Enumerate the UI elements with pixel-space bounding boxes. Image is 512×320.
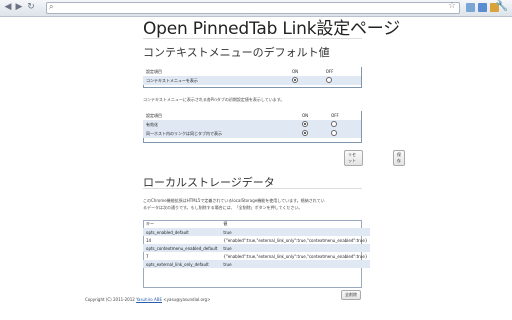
storage-value: {"enabled":true,"external_link_only":tru… [223, 253, 368, 259]
off-radio[interactable] [331, 121, 338, 127]
storage-key: 7 [146, 253, 149, 259]
author-email: <yasu@yasundial.org> [163, 297, 211, 302]
storage-key: 14 [146, 237, 152, 243]
on-radio[interactable] [302, 121, 308, 127]
off-radio[interactable] [325, 77, 332, 83]
copyright-text: Copyright (C) 2011-2012 [85, 297, 135, 302]
table2-header-on: ON [302, 113, 309, 118]
extension-icon-2[interactable] [478, 3, 487, 12]
extension-icon-1[interactable] [466, 3, 475, 12]
table-row: 同一ホスト内のリンクは同じタブ内で表示 [143, 129, 361, 138]
storage-value: true [223, 229, 232, 235]
forward-icon[interactable]: ▶ [14, 2, 24, 13]
storage-key: opts_contextmenu_enabled_default [146, 245, 218, 251]
table2-header-off: OFF [331, 113, 339, 118]
off-radio[interactable] [331, 130, 338, 136]
footer: Copyright (C) 2011-2012 Yasuhiro ABE <ya… [85, 297, 210, 302]
reload-icon[interactable]: ↻ [26, 2, 36, 13]
row-label: 同一ホスト内のリンクは同じタブ内で表示 [146, 130, 222, 136]
table1-header-off: OFF [325, 69, 334, 74]
page-title: Open PinnedTab Link設定ページ [143, 19, 401, 39]
table1-header-on: ON [292, 69, 299, 74]
title-divider [143, 38, 362, 39]
row-label: 有効化 [146, 121, 158, 127]
table2-header-item: 設定項目 [146, 112, 162, 118]
reset-button[interactable]: リセット [344, 150, 363, 166]
local-storage-table: キー 値 opts_enabled_default true 14 {"enab… [143, 220, 371, 268]
table-row: 7 {"enabled":true,"external_link_only":t… [143, 252, 370, 260]
table-row: コンテキストメニューを表示 [143, 76, 361, 85]
table-row: opts_enabled_default true [143, 228, 371, 236]
storage-value: true [223, 245, 232, 251]
wrench-menu-icon[interactable]: 🔧 [496, 1, 508, 12]
section2-description-line2: るデータは次の通りです。もし削除する場合には、「全削除」ボタンを押してください。 [143, 205, 303, 210]
default-contextmenu-table: 設定項目 ON OFF コンテキストメニューを表示 [143, 67, 361, 85]
search-icon: ⌕ [49, 2, 54, 11]
table-row: 14 {"enabled":true,"external_link_only":… [143, 236, 370, 244]
back-icon[interactable]: ◀ [3, 2, 13, 13]
row-label: コンテキストメニューを表示 [146, 77, 198, 83]
storage-key: opts_enabled_default [146, 229, 189, 235]
storage-value: true [223, 261, 232, 267]
storage-value: {"enabled":true,"external_link_only":tru… [223, 237, 368, 243]
bookmark-star-icon[interactable]: ☆ [448, 1, 456, 11]
section1-description: コンテキストメニューに表示される各Pinタブの初期設定値を表示しています。 [143, 97, 285, 102]
address-bar[interactable]: ⌕ ☆ [46, 1, 460, 14]
table-row: opts_contextmenu_enabled_default true [143, 244, 371, 252]
storage-header-key: キー [146, 221, 154, 226]
storage-key: opts_external_link_only_default [146, 261, 209, 267]
storage-header-value: 値 [223, 221, 228, 226]
section2-description-line1: このChrome機能拡張はHTML5で定義されているlocalStorage機能… [143, 198, 325, 203]
table-row: 有効化 [143, 120, 361, 129]
default-options-table: 設定項目 ON OFF 有効化 同一ホスト内のリンクは同じタブ内で表示 [143, 111, 361, 138]
section2-divider [143, 188, 362, 189]
on-radio[interactable] [292, 77, 298, 83]
table-row: opts_external_link_only_default true [143, 260, 371, 268]
delete-all-button[interactable]: 全削除 [341, 290, 361, 300]
save-button[interactable]: 保存 [393, 150, 405, 166]
section1-heading: コンテキストメニューのデフォルト値 [143, 46, 330, 59]
on-radio[interactable] [302, 130, 308, 136]
author-link[interactable]: Yasuhiro ABE [136, 297, 162, 302]
table1-header-item: 設定項目 [146, 68, 162, 74]
